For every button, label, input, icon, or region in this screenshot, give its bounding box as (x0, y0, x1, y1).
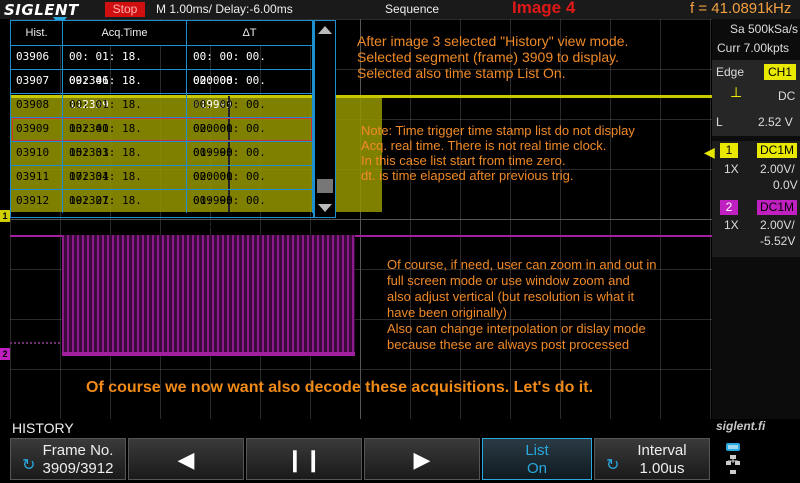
acq-time: 00: 01: 18. 212336 (63, 189, 187, 231)
interval-label: Interval (637, 442, 687, 459)
frame-label: Frame No. (42, 442, 114, 459)
trigger-source-tag: CH1 (764, 64, 796, 80)
delta-t: 00: 00: 00. 019993 (187, 165, 313, 207)
acquisition-mode: Sequence (385, 2, 440, 16)
annotation-conclusion: Of course we now want also decode these … (86, 379, 594, 396)
history-timestamp-list[interactable]: Hist. Acq.Time ΔT 03906 00: 01: 18. 0923… (10, 20, 314, 231)
annotation-note-2: Note: Time trigger time stamp list do no… (361, 123, 635, 183)
ch2-dotted-trace (10, 342, 60, 346)
next-icon: ▶ (413, 447, 431, 472)
history-table-header: Hist. Acq.Time ΔT (11, 21, 313, 46)
delta-t: 00: 00: 00. 020008 (187, 45, 313, 87)
ch2-probe: 1X (724, 218, 739, 232)
ch1-pointer-icon: ◀ (704, 144, 715, 160)
run-stop-indicator[interactable]: Stop (105, 2, 145, 17)
frame-number: 03908 (11, 93, 63, 117)
column-header-delta-t: ΔT (187, 21, 313, 45)
delta-t: 00: 00: 00. 020001 (187, 93, 313, 135)
ch2-scale: 2.00V/ (760, 218, 795, 232)
brand-logo: SIGLENT (4, 1, 79, 19)
table-row[interactable]: 03906 00: 01: 18. 092346 00: 00: 00. 020… (11, 45, 313, 87)
acq-time: 00: 01: 18. 152333 (63, 117, 187, 159)
menu-title: HISTORY (12, 420, 74, 436)
ch1-probe: 1X (724, 162, 739, 176)
watermark: siglent.fi (716, 419, 766, 433)
ch1-offset-marker[interactable]: 1 (0, 210, 10, 222)
frame-number-button[interactable]: ↻ Frame No. 3909/3912 (10, 438, 126, 480)
annotation-note-1: After image 3 selected "History" view mo… (357, 33, 629, 81)
timebase-readout[interactable]: M 1.00ms/ Delay:-6.00ms (156, 2, 293, 16)
play-pause-button[interactable]: ❙❙ (246, 438, 362, 480)
acq-time: 00: 01: 18. 192327 (63, 165, 187, 207)
ch2-offset: -5.52V (760, 234, 796, 248)
column-header-hist: Hist. (11, 21, 63, 45)
acq-time: 00: 01: 18. 172334 (63, 141, 187, 183)
acq-time: 00: 01: 18. 112339 (63, 69, 187, 111)
trigger-type: Edge (716, 65, 745, 79)
delta-t: 00: 00: 00. 020009 (187, 189, 313, 231)
list-value: On (526, 460, 547, 477)
column-header-acq-time: Acq.Time (63, 21, 187, 45)
top-status-bar: SIGLENT Stop M 1.00ms/ Delay:-6.00ms Seq… (0, 0, 800, 19)
history-list-scrollbar[interactable] (314, 20, 336, 218)
ch2-number: 2 (720, 200, 738, 215)
list-label: List (525, 442, 549, 459)
frame-number: 03912 (11, 189, 63, 213)
previous-frame-button[interactable]: ◀ (128, 438, 244, 480)
trigger-level-label: L (716, 115, 723, 129)
sample-rate: Sa 500kSa/s (730, 22, 799, 36)
frequency-counter: f = 41.0891kHz (690, 0, 792, 17)
ch2-offset-marker[interactable]: 2 (0, 348, 10, 360)
annotation-note-3: Of course, if need, user can zoom in and… (387, 257, 657, 352)
next-frame-button[interactable]: ▶ (364, 438, 480, 480)
usb-network-icon (726, 443, 740, 474)
ch1-coupling: DC1M (757, 143, 797, 158)
table-row[interactable]: 03911 00: 01: 18. 192327 00: 00: 00. 019… (11, 165, 313, 207)
delta-t: 00: 00: 00. 020001 (187, 141, 313, 183)
frame-value: 3909/3912 (42, 460, 114, 477)
rising-edge-icon: ⊥ (730, 84, 743, 100)
frame-number: 03910 (11, 141, 63, 165)
table-row[interactable]: 03908 00: 01: 18. 132340 00: 00: 00. 020… (11, 93, 313, 135)
acq-time: 00: 01: 18. 132340 (63, 93, 187, 135)
ch1-offset: 0.0V (773, 178, 798, 192)
scroll-thumb[interactable] (317, 179, 333, 193)
ch1-scale: 2.00V/ (760, 162, 795, 176)
ch1-number: 1 (720, 143, 738, 158)
trigger-level: 2.52 V (758, 115, 793, 129)
ch2-coupling: DC1M (757, 200, 797, 215)
table-row-selected[interactable]: 03909 00: 01: 18. 152333 00: 00: 00. 019… (11, 117, 313, 159)
ch2-burst-waveform (62, 235, 355, 355)
memory-depth: Curr 7.00kpts (717, 41, 790, 55)
acq-time: 00: 01: 18. 092346 (63, 45, 187, 87)
delta-t: 00: 00: 00. 019993 (187, 69, 313, 111)
previous-icon: ◀ (177, 447, 195, 472)
ch2-trace-baseline (62, 352, 355, 356)
interval-value: 1.00us (639, 460, 685, 477)
interval-button[interactable]: ↻ Interval 1.00us (594, 438, 710, 480)
pause-icon: ❙❙ (285, 447, 323, 472)
table-row[interactable]: 03907 00: 01: 18. 112339 00: 00: 00. 019… (11, 69, 313, 111)
delta-t: 00: 00: 00. 019993 (187, 117, 313, 159)
status-icons (718, 440, 798, 478)
frame-number: 03907 (11, 69, 63, 93)
frame-number: 03909 (11, 117, 63, 141)
center-horizontal-axis (10, 219, 712, 220)
list-toggle-button[interactable]: List On (482, 438, 592, 480)
table-row[interactable]: 03912 00: 01: 18. 212336 00: 00: 00. 020… (11, 189, 313, 231)
scroll-up-icon[interactable] (318, 26, 332, 34)
frame-number: 03911 (11, 165, 63, 189)
scroll-down-icon[interactable] (318, 204, 332, 212)
frame-number: 03906 (11, 45, 63, 69)
table-row[interactable]: 03910 00: 01: 18. 172334 00: 00: 00. 020… (11, 141, 313, 183)
trigger-coupling: DC (778, 89, 796, 103)
image-title: Image 4 (512, 0, 576, 17)
